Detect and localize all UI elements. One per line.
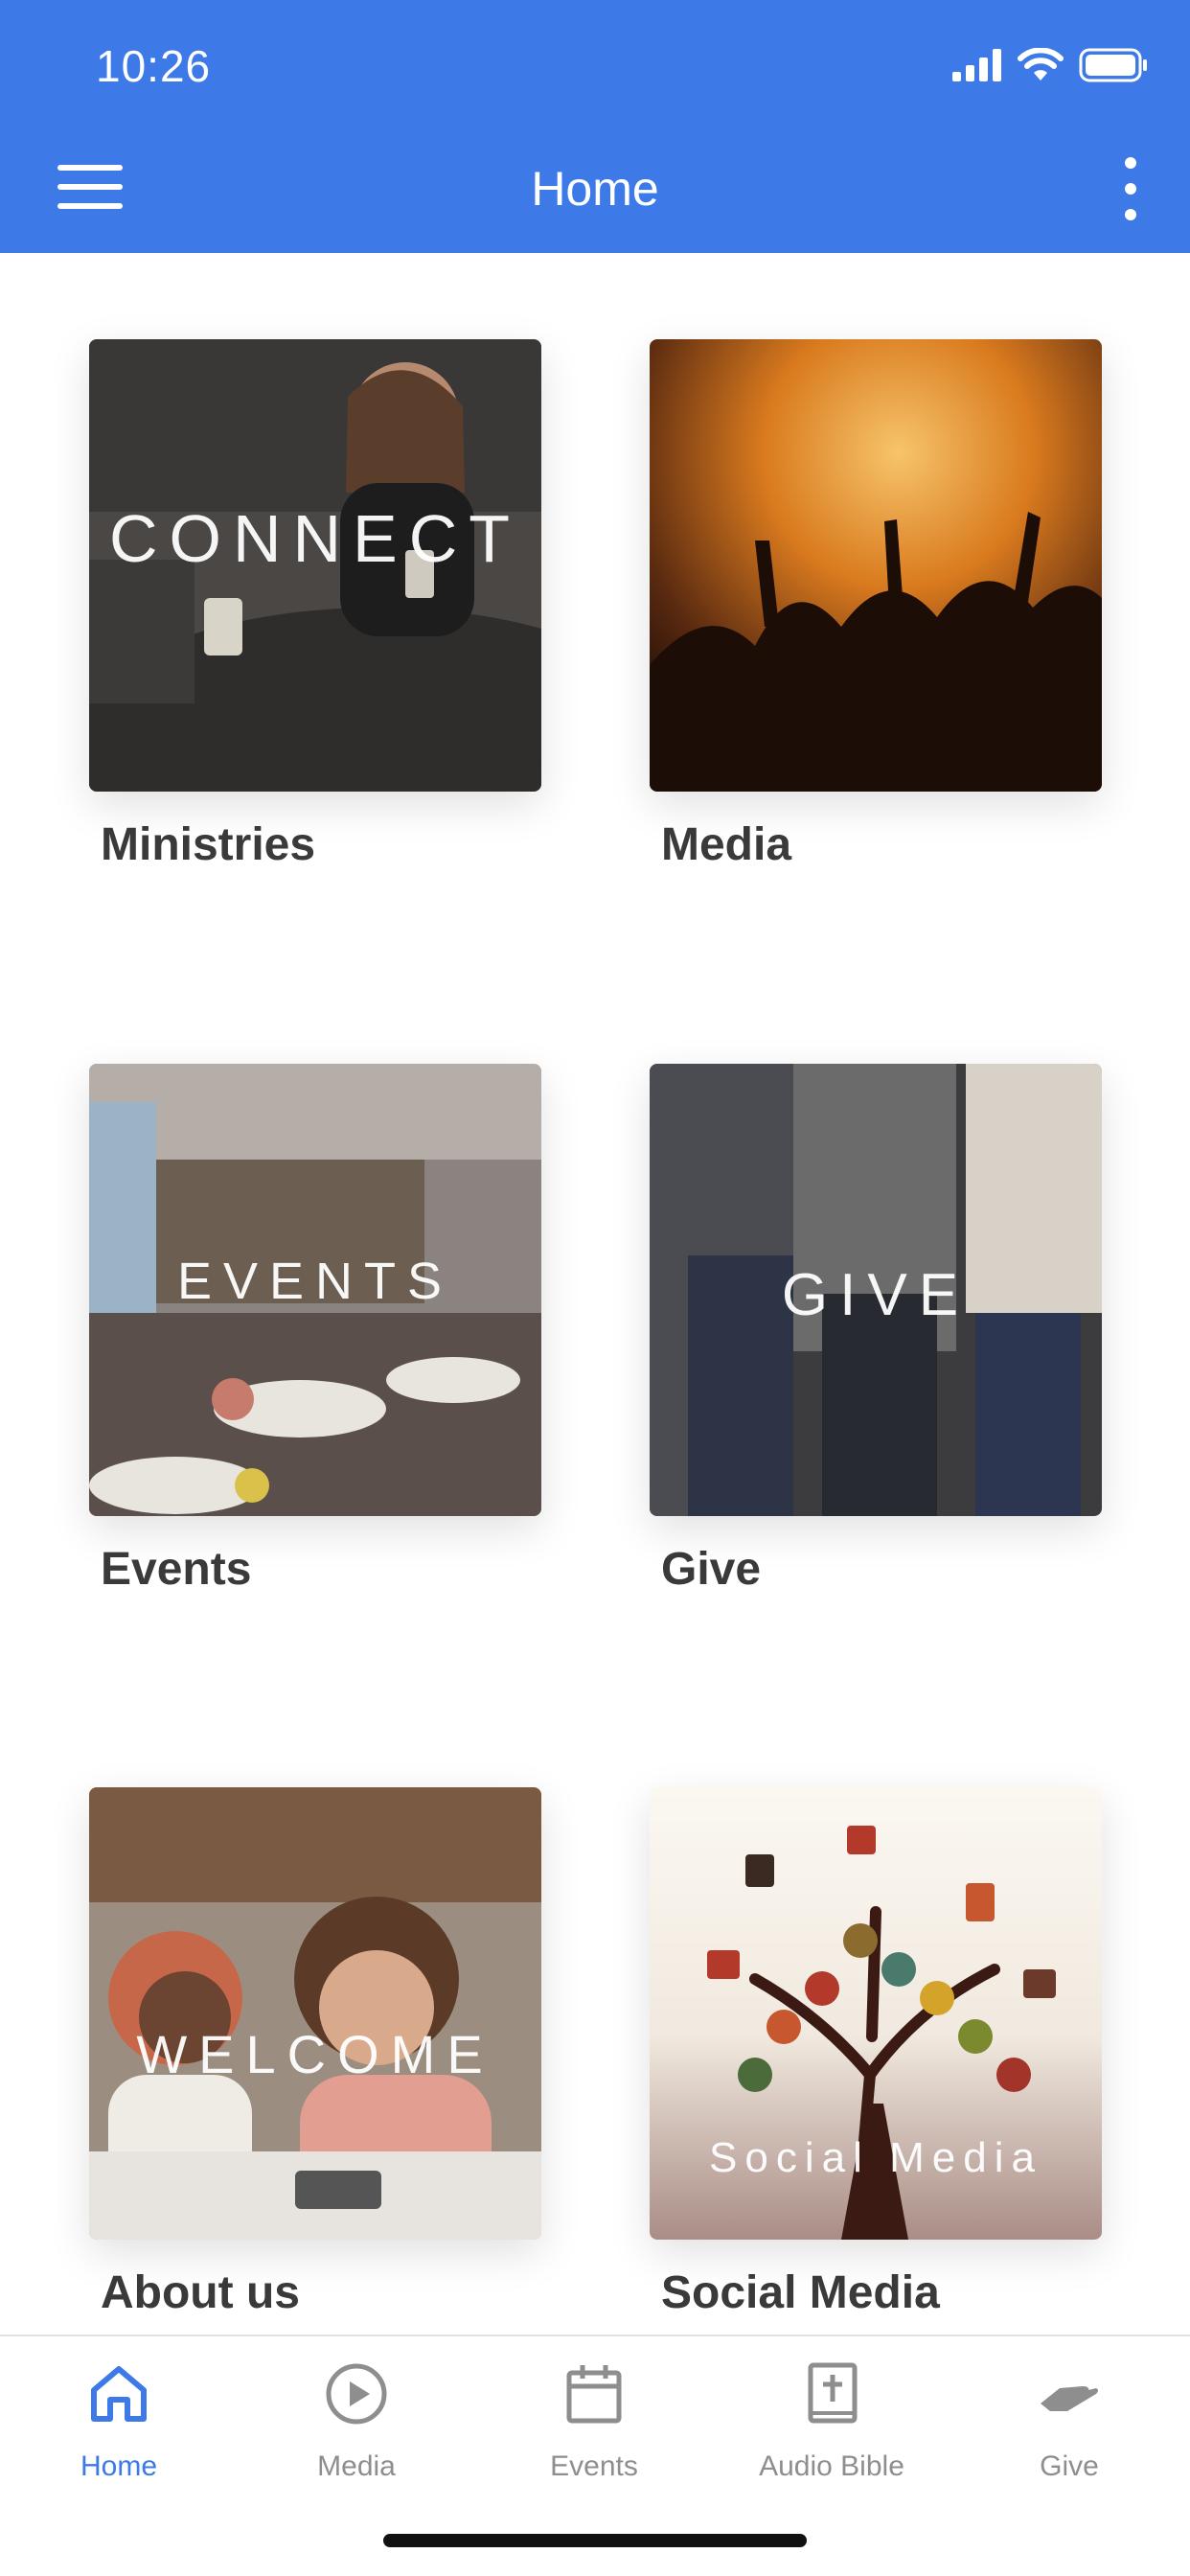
tab-label: Media <box>317 2450 396 2482</box>
tab-home[interactable]: Home <box>0 2359 238 2483</box>
tile-label: Media <box>661 819 792 870</box>
events-image[interactable]: EVENTS <box>89 1064 541 1516</box>
page-title: Home <box>531 162 659 216</box>
home-icon <box>91 2366 147 2422</box>
tab-events[interactable]: Events <box>475 2359 713 2483</box>
give-hand-icon <box>1041 2386 1098 2411</box>
tile-overlay-text: Social Media <box>709 2134 1042 2181</box>
tile-social-media[interactable]: Social Media Social Media <box>650 1787 1102 2319</box>
bible-icon <box>808 2362 858 2424</box>
tile-label: Give <box>661 1544 762 1595</box>
tile-media[interactable]: Media <box>650 339 1102 871</box>
ministries-image[interactable]: CONNECT <box>89 339 541 792</box>
tile-overlay-text: GIVE <box>781 1262 971 1328</box>
media-image[interactable] <box>650 339 1102 792</box>
tile-events[interactable]: EVENTS Events <box>89 1064 541 1596</box>
tab-label: Home <box>80 2450 158 2482</box>
tile-overlay-text: WELCOME <box>136 2024 494 2084</box>
tab-label: Audio Bible <box>759 2450 904 2482</box>
social-media-image[interactable]: Social Media <box>650 1787 1102 2240</box>
tile-label: Social Media <box>661 2267 940 2318</box>
tab-media[interactable]: Media <box>238 2359 475 2483</box>
give-image[interactable]: GIVE <box>650 1064 1102 1516</box>
calendar-icon <box>566 2365 622 2424</box>
cellular-signal-icon <box>952 49 1001 81</box>
app-header: 10:26 Home <box>0 0 1190 253</box>
wifi-icon <box>1018 48 1064 80</box>
tile-label: About us <box>101 2267 300 2318</box>
tab-label: Give <box>1040 2450 1099 2482</box>
status-time: 10:26 <box>96 41 212 91</box>
battery-icon <box>1079 48 1147 82</box>
status-icons <box>952 46 1148 84</box>
tab-give[interactable]: Give <box>950 2359 1188 2483</box>
tab-audio-bible[interactable]: Audio Bible <box>713 2359 950 2483</box>
tile-label: Ministries <box>101 819 316 870</box>
more-options-button[interactable] <box>1119 157 1142 220</box>
tile-about-us[interactable]: WELCOME About us <box>89 1787 541 2319</box>
play-circle-icon <box>326 2363 387 2425</box>
tile-overlay-text: CONNECT <box>108 501 522 576</box>
tile-label: Events <box>101 1544 252 1595</box>
about-us-image[interactable]: WELCOME <box>89 1787 541 2240</box>
tile-ministries[interactable]: CONNECT Ministries <box>89 339 541 871</box>
tile-overlay-text: EVENTS <box>176 1253 454 1310</box>
tab-label: Events <box>550 2450 638 2482</box>
home-indicator <box>383 2534 807 2547</box>
tile-give[interactable]: GIVE Give <box>650 1064 1102 1596</box>
